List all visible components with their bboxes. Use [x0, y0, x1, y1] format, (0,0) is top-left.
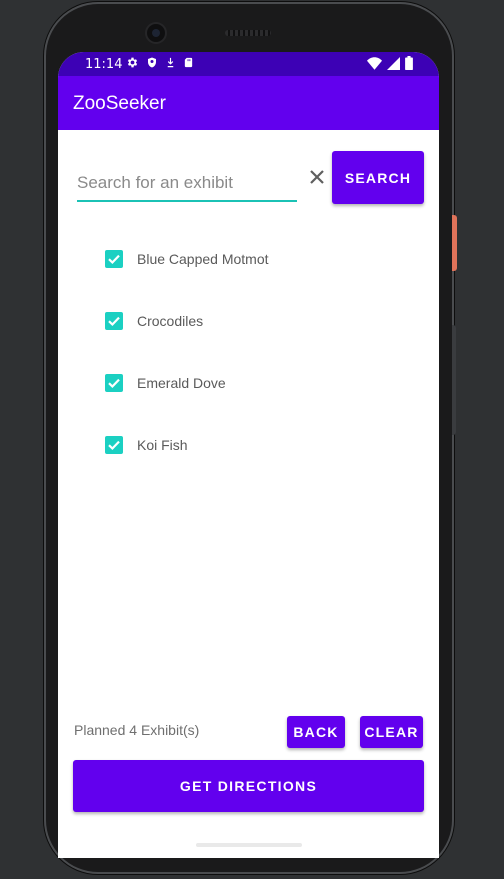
- volume-button: [452, 325, 456, 435]
- list-item[interactable]: Crocodiles: [105, 306, 203, 336]
- search-input[interactable]: [77, 162, 297, 202]
- list-item[interactable]: Emerald Dove: [105, 368, 226, 398]
- gesture-nav-handle[interactable]: [196, 843, 302, 847]
- status-icons-right: [367, 56, 413, 70]
- power-button: [452, 215, 457, 271]
- download-icon: [165, 56, 176, 69]
- status-bar: 11:14: [58, 52, 439, 76]
- earpiece-speaker: [225, 30, 271, 36]
- list-item-label: Koi Fish: [137, 437, 188, 453]
- sd-card-icon: [183, 56, 194, 69]
- planned-count-text: Planned 4 Exhibit(s): [74, 722, 200, 738]
- list-item[interactable]: Blue Capped Motmot: [105, 244, 269, 274]
- app-bar: ZooSeeker: [58, 76, 439, 130]
- status-icons-left: [126, 56, 194, 69]
- list-item-label: Emerald Dove: [137, 375, 226, 391]
- checkbox-checked[interactable]: [105, 312, 123, 330]
- list-item-label: Blue Capped Motmot: [137, 251, 269, 267]
- shield-icon: [146, 56, 158, 69]
- checkbox-checked[interactable]: [105, 250, 123, 268]
- list-item[interactable]: Koi Fish: [105, 430, 188, 460]
- app-screen: 11:14 ZooSeeker Search for an exhibit SE…: [58, 52, 439, 858]
- gear-icon: [126, 56, 139, 69]
- front-camera: [147, 24, 165, 42]
- list-item-label: Crocodiles: [137, 313, 204, 329]
- signal-icon: [387, 56, 400, 70]
- checkbox-checked[interactable]: [105, 436, 123, 454]
- back-button[interactable]: BACK: [287, 716, 345, 748]
- search-button[interactable]: SEARCH: [332, 151, 424, 204]
- clear-button[interactable]: CLEAR: [360, 716, 423, 748]
- get-directions-button[interactable]: GET DIRECTIONS: [73, 760, 424, 812]
- battery-icon: [405, 56, 413, 70]
- app-title: ZooSeeker: [73, 93, 166, 114]
- wifi-icon: [367, 56, 382, 70]
- close-icon[interactable]: [308, 168, 326, 186]
- checkbox-checked[interactable]: [105, 374, 123, 392]
- status-time: 11:14: [85, 57, 123, 72]
